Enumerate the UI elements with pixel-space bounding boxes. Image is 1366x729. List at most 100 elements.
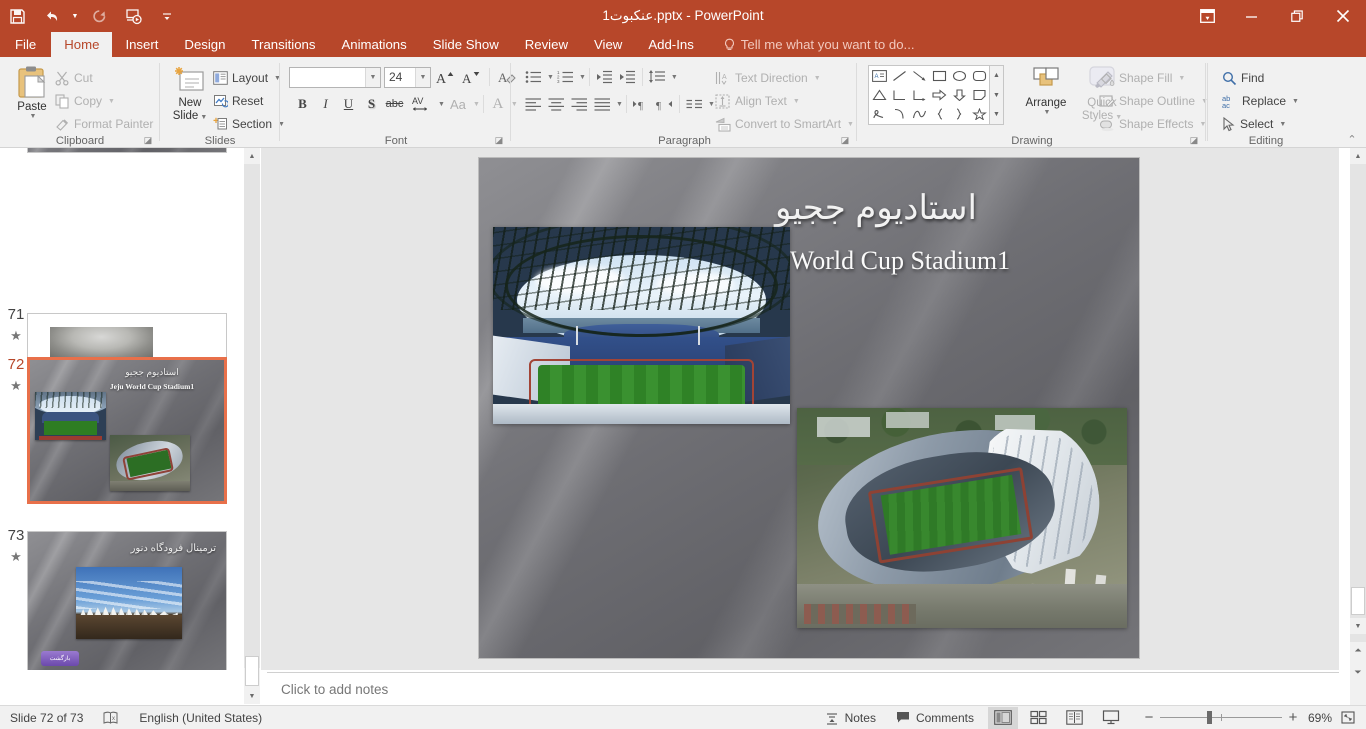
minimize-icon[interactable] (1228, 0, 1274, 32)
justify-button[interactable] (591, 93, 614, 115)
zoom-slider-thumb[interactable] (1206, 711, 1212, 724)
replace-dropdown-icon[interactable]: ▼ (1292, 98, 1299, 105)
stadium-aerial-photo[interactable] (797, 408, 1127, 628)
shape-line-icon[interactable] (889, 66, 909, 85)
scroll-up-icon[interactable]: ▲ (244, 148, 260, 164)
rtl-direction-button[interactable]: ¶ (653, 93, 676, 115)
decrease-indent-button[interactable] (593, 66, 616, 88)
tab-transitions[interactable]: Transitions (238, 32, 328, 57)
normal-view-button[interactable] (987, 706, 1018, 729)
notes-toggle-button[interactable]: Notes (815, 706, 886, 729)
font-dialog-launcher[interactable]: ◪ (493, 134, 505, 146)
scroll-up-icon[interactable]: ▲ (1350, 148, 1366, 164)
zoom-level[interactable]: 69% (1304, 706, 1338, 729)
ribbon-display-options-icon[interactable] (1186, 0, 1228, 32)
spellcheck-status[interactable]: x (93, 706, 129, 729)
zoom-in-button[interactable]: + (1282, 709, 1304, 726)
scroll-down-icon[interactable]: ▼ (1350, 618, 1366, 634)
zoom-control[interactable]: − + (1130, 709, 1304, 726)
notes-pane[interactable]: Click to add notes (267, 672, 1339, 705)
underline-button[interactable]: U (337, 93, 360, 115)
language-status[interactable]: English (United States) (129, 706, 272, 729)
editor-scrollbar[interactable]: ▲ ▼ ⏶ ⏷ (1350, 148, 1366, 705)
align-center-button[interactable] (545, 93, 568, 115)
bold-button[interactable]: B (291, 93, 314, 115)
paragraph-dialog-launcher[interactable]: ◪ (839, 134, 851, 146)
paste-dropdown-icon[interactable]: ▼ (30, 113, 37, 120)
shapes-gallery-scrollbar[interactable]: ▲ ▼ ▼ (990, 65, 1004, 125)
shape-fill-button[interactable]: Shape Fill ▼ (1096, 67, 1188, 89)
reading-view-button[interactable] (1060, 707, 1090, 729)
collapse-ribbon-button[interactable]: ⌃ (1346, 134, 1358, 146)
replace-button[interactable]: ab ac Replace ▼ (1219, 90, 1302, 112)
text-direction-dropdown-icon[interactable]: ▼ (814, 75, 821, 82)
align-right-button[interactable] (568, 93, 591, 115)
numbering-button[interactable]: 123 (554, 66, 577, 88)
slide-thumbnail-73[interactable]: ترمینال فرودگاه دنور بازگشت (27, 531, 227, 670)
change-case-button[interactable]: Aa (445, 93, 471, 115)
shape-oval-icon[interactable] (949, 66, 969, 85)
shapes-scroll-up-icon[interactable]: ▲ (993, 66, 1000, 85)
arrange-button[interactable]: Arrange ▼ (1018, 65, 1074, 116)
cut-button[interactable]: Cut (52, 67, 96, 89)
slide-title-text[interactable]: استادیوم ججیو (641, 188, 1111, 228)
shape-left-brace-icon[interactable] (929, 105, 949, 124)
close-icon[interactable] (1320, 0, 1366, 32)
shapes-scroll-down-icon[interactable]: ▼ (993, 86, 1000, 105)
shape-arc-icon[interactable] (889, 105, 909, 124)
slide-show-button[interactable] (1096, 707, 1126, 729)
text-shadow-button[interactable]: S (360, 93, 383, 115)
justify-dropdown-icon[interactable]: ▼ (616, 101, 623, 108)
shape-textbox-icon[interactable]: A (869, 66, 889, 85)
section-button[interactable]: Section ▼ (210, 113, 288, 135)
slide-thumbnail-72[interactable]: استادیوم ججیو Jeju World Cup Stadium1 (27, 357, 227, 504)
find-button[interactable]: Find (1219, 67, 1267, 89)
font-name-value[interactable] (290, 68, 365, 87)
next-slide-icon[interactable]: ⏷ (1350, 664, 1366, 680)
format-painter-button[interactable]: Format Painter (52, 113, 156, 135)
decrease-font-size-button[interactable]: A (460, 66, 483, 88)
slide-sorter-button[interactable] (1024, 707, 1054, 729)
shape-rectangle-icon[interactable] (929, 66, 949, 85)
change-case-dropdown-icon[interactable]: ▼ (473, 101, 480, 108)
font-color-button[interactable]: A (487, 93, 509, 115)
restore-icon[interactable] (1274, 0, 1320, 32)
tab-view[interactable]: View (581, 32, 635, 57)
tab-add-ins[interactable]: Add-Ins (635, 32, 706, 57)
align-text-button[interactable]: Align Text ▼ (712, 90, 803, 112)
tab-slide-show[interactable]: Slide Show (420, 32, 512, 57)
font-size-value[interactable]: 24 (385, 68, 415, 87)
bullets-button[interactable] (522, 66, 545, 88)
character-spacing-button[interactable]: AV (406, 93, 436, 115)
font-size-input[interactable]: 24 ▼ (384, 66, 431, 88)
slide-panel-scrollbar[interactable]: ▲ ▼ (244, 148, 260, 704)
line-spacing-dropdown-icon[interactable]: ▼ (671, 74, 678, 81)
fit-to-window-button[interactable] (1338, 706, 1366, 729)
copy-button[interactable]: Copy ▼ (52, 90, 118, 112)
shape-star-icon[interactable] (969, 105, 989, 124)
select-button[interactable]: Select ▼ (1219, 113, 1289, 135)
previous-slide-icon[interactable]: ⏶ (1350, 642, 1366, 658)
zoom-out-button[interactable]: − (1138, 709, 1160, 726)
select-dropdown-icon[interactable]: ▼ (1279, 121, 1286, 128)
drawing-dialog-launcher[interactable]: ◪ (1188, 134, 1200, 146)
shape-fill-dropdown-icon[interactable]: ▼ (1178, 75, 1185, 82)
reset-button[interactable]: Reset (210, 90, 266, 112)
slide-editor-area[interactable]: استادیوم ججیو Jeju World Cup Stadium1 (267, 148, 1339, 670)
shape-right-arrow-icon[interactable] (929, 85, 949, 104)
increase-indent-button[interactable] (616, 66, 639, 88)
shape-rounded-rectangle-icon[interactable] (969, 66, 989, 85)
shape-right-brace-icon[interactable] (949, 105, 969, 124)
strikethrough-button[interactable]: abc (383, 93, 406, 115)
italic-button[interactable]: I (314, 93, 337, 115)
copy-dropdown-icon[interactable]: ▼ (108, 98, 115, 105)
scroll-down-icon[interactable]: ▼ (244, 688, 260, 704)
shape-down-arrow-icon[interactable] (949, 85, 969, 104)
font-name-input[interactable]: ▼ (289, 66, 381, 88)
align-left-button[interactable] (522, 93, 545, 115)
tell-me-search[interactable]: Tell me what you want to do... (707, 32, 915, 57)
scroll-track[interactable] (1350, 164, 1366, 643)
ltr-direction-button[interactable]: ¶ (630, 93, 653, 115)
line-spacing-button[interactable] (646, 66, 669, 88)
shape-folded-corner-icon[interactable] (969, 85, 989, 104)
